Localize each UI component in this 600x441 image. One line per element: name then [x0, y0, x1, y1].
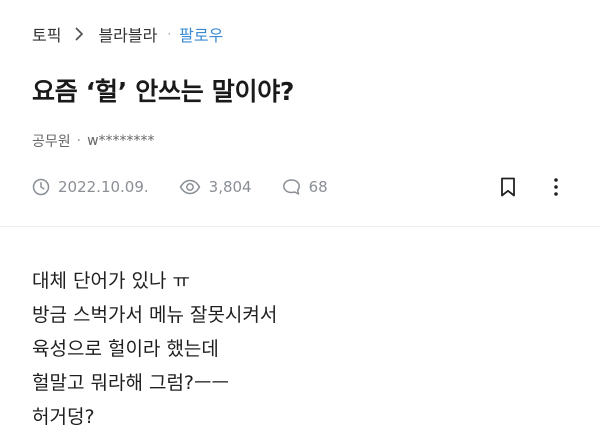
post-comments[interactable]: 68 — [282, 178, 328, 196]
chevron-right-icon — [75, 27, 84, 41]
post-body-line: 방금 스벅가서 메뉴 잘못시켜서 — [32, 304, 278, 326]
post-title: 요즘 ‘헐’ 안쓰는 말이야? — [32, 77, 295, 106]
eye-icon — [179, 179, 201, 195]
post-body-line: 헐말고 뭐라해 그럼?ㅡㅡ — [32, 372, 229, 394]
follow-button[interactable]: 팔로우 — [179, 22, 223, 46]
post-body: 대체 단어가 있나 ㅠ 방금 스벅가서 메뉴 잘못시켜서 육성으로 헐이라 했는… — [32, 264, 277, 434]
post-body-line: 대체 단어가 있나 ㅠ — [32, 270, 190, 292]
post-body-line: 육성으로 헐이라 했는데 — [32, 338, 219, 360]
post-date: 2022.10.09. — [32, 178, 149, 196]
bookmark-button[interactable] — [497, 176, 519, 198]
bookmark-icon — [501, 177, 515, 197]
post-meta: 2022.10.09. 3,804 68 — [32, 176, 328, 198]
author-separator-dot: · — [76, 133, 82, 149]
more-options-button[interactable] — [545, 176, 567, 198]
clock-icon — [32, 178, 50, 196]
breadcrumb: 토픽 블라블라 · 팔로우 — [32, 22, 223, 46]
comment-bubble-icon — [282, 179, 300, 195]
post-body-line: 허거덩? — [32, 406, 95, 428]
breadcrumb-channel-link[interactable]: 블라블라 — [98, 22, 157, 46]
post-comments-count: 68 — [308, 178, 328, 196]
breadcrumb-topic-link[interactable]: 토픽 — [32, 22, 61, 46]
breadcrumb-separator-dot: · — [167, 27, 172, 41]
author-company: 공무원 — [32, 134, 71, 150]
post-views-count: 3,804 — [208, 178, 252, 196]
content-divider — [0, 226, 600, 227]
post-date-text: 2022.10.09. — [58, 178, 149, 196]
author-name: w******** — [87, 133, 155, 149]
post-views: 3,804 — [179, 178, 252, 196]
more-vertical-icon — [554, 178, 558, 196]
author-info[interactable]: 공무원 · w******** — [32, 131, 155, 151]
